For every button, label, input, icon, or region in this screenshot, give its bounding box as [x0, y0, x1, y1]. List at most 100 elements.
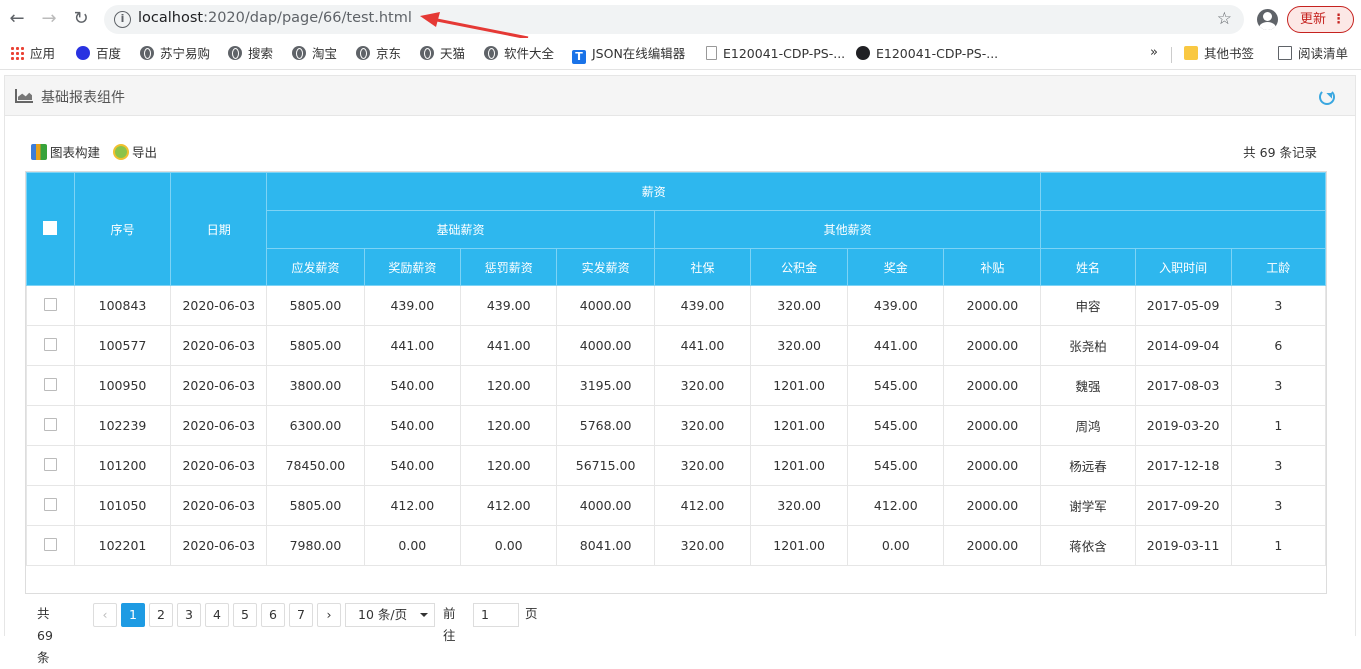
pager-page-4[interactable]: 4: [205, 603, 229, 627]
header-col[interactable]: 实发薪资: [556, 248, 655, 286]
header-col[interactable]: 惩罚薪资: [460, 248, 558, 286]
table-cell: 0.00: [460, 525, 558, 566]
bookmark-taobao[interactable]: 淘宝: [292, 45, 337, 63]
table-cell: 2000.00: [943, 285, 1042, 326]
pager-next-button[interactable]: ›: [317, 603, 341, 627]
table-cell: 3800.00: [266, 365, 365, 406]
header-col[interactable]: 工龄: [1230, 248, 1326, 286]
header-col[interactable]: 姓名: [1040, 248, 1136, 286]
table-row[interactable]: 101200 2020-06-03 78450.00 540.00 120.00 5671…: [26, 445, 1326, 486]
pager-page-3[interactable]: 3: [177, 603, 201, 627]
globe-icon: [420, 46, 434, 60]
table-cell: 441.00: [847, 325, 945, 366]
table-cell: 2020-06-03: [170, 365, 268, 406]
table-row[interactable]: 100843 2020-06-03 5805.00 439.00 439.00 4000.…: [26, 285, 1326, 326]
header-col[interactable]: 社保: [653, 248, 752, 286]
table-cell: 540.00: [363, 445, 462, 486]
bookmark-doc-2[interactable]: E120041-CDP-PS-...: [856, 45, 998, 63]
table-cell: 120.00: [460, 445, 558, 486]
header-date[interactable]: 日期: [170, 172, 268, 286]
row-checkbox[interactable]: [43, 417, 57, 431]
header-seq[interactable]: 序号: [73, 172, 172, 286]
table-cell: 2000.00: [943, 525, 1042, 566]
site-info-icon[interactable]: i: [114, 11, 131, 28]
reading-list[interactable]: 阅读清单: [1278, 45, 1348, 63]
address-bar[interactable]: i localhost:2020/dap/page/66/test.html ☆: [104, 5, 1244, 34]
table-row[interactable]: 102201 2020-06-03 7980.00 0.00 0.00 8041.00 32…: [26, 525, 1326, 566]
pager-total: 共 69 条: [37, 606, 53, 665]
pager-page-2[interactable]: 2: [149, 603, 173, 627]
bookmark-doc-1[interactable]: E120041-CDP-PS-...: [706, 45, 845, 63]
table-cell: 1201.00: [750, 445, 849, 486]
pager-page-5[interactable]: 5: [233, 603, 257, 627]
goto-page-input[interactable]: 1: [473, 603, 519, 627]
bookmark-apps[interactable]: 应用: [10, 45, 55, 63]
bookmark-software[interactable]: 软件大全: [484, 45, 554, 63]
header-col[interactable]: 奖励薪资: [363, 248, 462, 286]
row-select-cell: [26, 285, 75, 326]
table-row[interactable]: 101050 2020-06-03 5805.00 412.00 412.00 4000.…: [26, 485, 1326, 526]
pager-page-6[interactable]: 6: [261, 603, 285, 627]
bookmark-star-icon[interactable]: ☆: [1217, 9, 1232, 29]
header-col[interactable]: 奖金: [847, 248, 945, 286]
table-row[interactable]: 102239 2020-06-03 6300.00 540.00 120.00 5768.…: [26, 405, 1326, 446]
row-checkbox[interactable]: [43, 377, 57, 391]
row-select-cell: [26, 405, 75, 446]
table-row[interactable]: 100950 2020-06-03 3800.00 540.00 120.00 3195.…: [26, 365, 1326, 406]
table-cell: 540.00: [363, 365, 462, 406]
page-size-select[interactable]: 10 条/页: [345, 603, 435, 627]
header-col[interactable]: 公积金: [750, 248, 849, 286]
table-cell: 6: [1230, 325, 1326, 366]
bookmark-tmall[interactable]: 天猫: [420, 45, 465, 63]
table-cell: 320.00: [750, 325, 849, 366]
back-arrow-icon[interactable]: ←: [4, 6, 30, 32]
pager-page-1[interactable]: 1: [121, 603, 145, 627]
table-cell: 张尧柏: [1040, 325, 1136, 366]
row-checkbox[interactable]: [43, 297, 57, 311]
table-row[interactable]: 100577 2020-06-03 5805.00 441.00 441.00 4000.…: [26, 325, 1326, 366]
table-cell: 2017-12-18: [1134, 445, 1232, 486]
bookmark-json-editor[interactable]: T JSON在线编辑器: [572, 45, 685, 64]
reload-icon[interactable]: ↻: [68, 6, 94, 32]
update-button[interactable]: 更新 ⋮: [1287, 6, 1354, 33]
forward-arrow-icon[interactable]: →: [36, 6, 62, 32]
table-cell: 439.00: [847, 285, 945, 326]
panel-title: 基础报表组件: [41, 90, 125, 106]
export-button[interactable]: 导出: [113, 142, 157, 161]
more-bookmarks-chevron-icon[interactable]: »: [1150, 45, 1158, 60]
export-label: 导出: [132, 145, 158, 160]
bookmark-search[interactable]: 搜索: [228, 45, 273, 63]
table-cell: 申容: [1040, 285, 1136, 326]
row-checkbox[interactable]: [43, 537, 57, 551]
pager-prev-button[interactable]: ‹: [93, 603, 117, 627]
row-select-cell: [26, 325, 75, 366]
bookmark-label: 阅读清单: [1298, 46, 1349, 61]
header-col[interactable]: 应发薪资: [266, 248, 365, 286]
table-cell: 2000.00: [943, 365, 1042, 406]
page-suffix: 页: [525, 606, 538, 621]
table-cell: 3195.00: [556, 365, 655, 406]
row-checkbox[interactable]: [43, 497, 57, 511]
pager-page-7[interactable]: 7: [289, 603, 313, 627]
header-col[interactable]: 补贴: [943, 248, 1042, 286]
row-checkbox[interactable]: [43, 457, 57, 471]
bookmark-baidu[interactable]: 百度: [76, 45, 121, 63]
table-cell: 6300.00: [266, 405, 365, 446]
table-cell: 441.00: [653, 325, 752, 366]
table-cell: 412.00: [363, 485, 462, 526]
header-col[interactable]: 入职时间: [1134, 248, 1232, 286]
bookmark-suning[interactable]: 苏宁易购: [140, 45, 210, 63]
profile-avatar-icon[interactable]: [1257, 9, 1278, 30]
table-cell: 320.00: [653, 405, 752, 446]
refresh-icon[interactable]: [1319, 89, 1335, 105]
chart-build-button[interactable]: 图表构建: [31, 142, 100, 161]
select-all-checkbox[interactable]: [43, 220, 58, 235]
report-table: 序号 日期 薪资 基础薪资 其他薪资 应发薪资 奖励薪资 惩罚薪资 实发薪资 社保 公积金…: [26, 172, 1326, 566]
table-cell: 100950: [73, 365, 172, 406]
bookmark-jd[interactable]: 京东: [356, 45, 401, 63]
other-bookmarks[interactable]: 其他书签: [1184, 45, 1254, 63]
row-checkbox[interactable]: [43, 337, 57, 351]
table-cell: 周鸿: [1040, 405, 1136, 446]
table-cell: 2017-05-09: [1134, 285, 1232, 326]
url-text[interactable]: localhost:2020/dap/page/66/test.html: [138, 10, 412, 26]
